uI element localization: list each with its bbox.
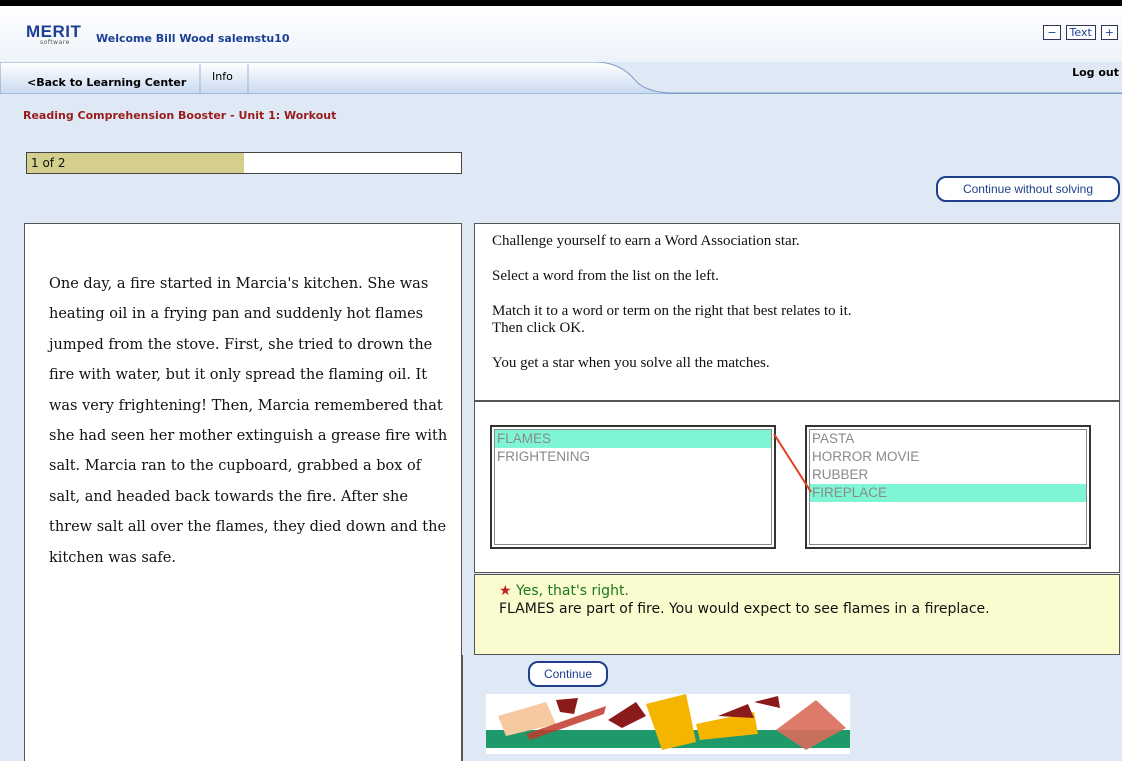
left-item-flames[interactable]: FLAMES xyxy=(495,430,771,448)
instruction-1: Challenge yourself to earn a Word Associ… xyxy=(492,233,800,249)
welcome-text: Welcome Bill Wood salemstu10 xyxy=(96,32,290,45)
left-item-frightening[interactable]: FRIGHTENING xyxy=(495,448,771,466)
decorative-shapes-image xyxy=(486,694,850,754)
unit-title: Reading Comprehension Booster - Unit 1: … xyxy=(23,109,337,122)
passage-text: One day, a fire started in Marcia's kitc… xyxy=(49,276,448,566)
right-item-horror-movie[interactable]: HORROR MOVIE xyxy=(810,448,1086,466)
left-word-list[interactable]: FLAMES FRIGHTENING xyxy=(490,425,776,549)
right-word-list[interactable]: PASTA HORROR MOVIE RUBBER FIREPLACE xyxy=(805,425,1091,549)
continue-button[interactable]: Continue xyxy=(528,661,608,687)
right-item-rubber[interactable]: RUBBER xyxy=(810,466,1086,484)
nav-bar: <Back to Learning Center Info Log out xyxy=(0,62,1122,94)
merit-logo: MERIT software xyxy=(26,22,82,46)
text-decrease-button[interactable]: − xyxy=(1043,25,1061,40)
right-item-fireplace[interactable]: FIREPLACE xyxy=(810,484,1086,502)
feedback-panel: ★ Yes, that's right. FLAMES are part of … xyxy=(474,574,1120,655)
feedback-title: Yes, that's right. xyxy=(516,583,629,599)
header: MERIT software Welcome Bill Wood salemst… xyxy=(0,6,1122,62)
right-item-pasta[interactable]: PASTA xyxy=(810,430,1086,448)
progress-label: 1 of 2 xyxy=(31,156,66,170)
info-tab[interactable]: Info xyxy=(212,70,233,83)
decorative-shapes-graphic xyxy=(486,694,850,750)
star-icon: ★ xyxy=(499,583,512,599)
instruction-2: Select a word from the list on the left. xyxy=(492,268,720,284)
logout-link[interactable]: Log out xyxy=(1072,66,1119,79)
instructions-panel: Challenge yourself to earn a Word Associ… xyxy=(474,223,1120,401)
text-increase-button[interactable]: + xyxy=(1100,25,1118,40)
instruction-4: You get a star when you solve all the ma… xyxy=(492,355,770,371)
panel-divider xyxy=(462,655,463,761)
matching-panel: FLAMES FRIGHTENING PASTA HORROR MOVIE RU… xyxy=(474,401,1120,573)
continue-without-solving-button[interactable]: Continue without solving xyxy=(936,176,1120,202)
progress-bar: 1 of 2 xyxy=(26,152,462,174)
text-label[interactable]: Text xyxy=(1065,25,1096,40)
text-size-controls: − Text + xyxy=(1043,25,1118,40)
reading-passage: One day, a fire started in Marcia's kitc… xyxy=(24,223,462,761)
instruction-3: Match it to a word or term on the right … xyxy=(492,303,852,336)
back-to-learning-center-link[interactable]: <Back to Learning Center xyxy=(27,76,186,89)
feedback-explanation: FLAMES are part of fire. You would expec… xyxy=(499,601,990,617)
